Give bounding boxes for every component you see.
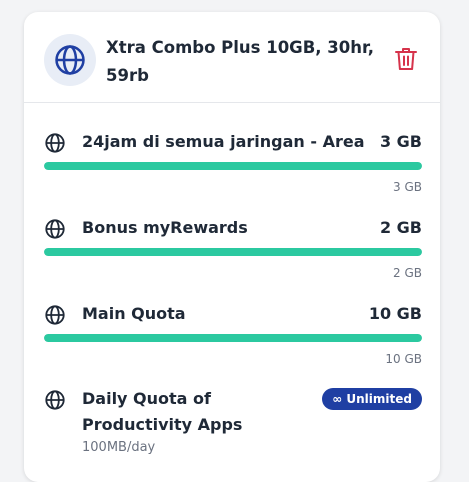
quota-progress-fill <box>44 248 422 256</box>
trash-icon[interactable] <box>394 46 418 72</box>
quota-progress-track <box>44 162 422 170</box>
package-title: Xtra Combo Plus 10GB, 30hr, 59rb <box>106 38 374 85</box>
globe-icon <box>45 305 65 325</box>
quota-progress-track <box>44 334 422 342</box>
quota-row: Main Quota 10 GB <box>44 302 422 328</box>
quota-remaining: 10 GB <box>385 352 422 366</box>
quota-item: Main Quota 10 GB 10 GB <box>44 302 422 366</box>
quota-amount: 2 GB <box>379 218 422 237</box>
quota-row: 24jam di semua jaringan - Area 3 GB <box>44 130 422 156</box>
globe-icon <box>55 45 85 75</box>
quota-name: Bonus myRewards <box>82 218 248 237</box>
globe-icon <box>45 219 65 239</box>
quota-remaining: 3 GB <box>393 180 422 194</box>
package-card: Xtra Combo Plus 10GB, 30hr, 59rb 24jam d… <box>24 12 440 482</box>
quota-remaining: 2 GB <box>393 266 422 280</box>
package-icon-badge <box>44 34 96 86</box>
package-header: Xtra Combo Plus 10GB, 30hr, 59rb <box>24 12 440 103</box>
quota-row: Bonus myRewards 2 GB <box>44 216 422 242</box>
quota-progress-track <box>44 248 422 256</box>
quota-name: Main Quota <box>82 304 186 323</box>
daily-quota-name: Daily Quota of Productivity Apps <box>82 389 243 434</box>
quota-amount: 10 GB <box>368 304 422 323</box>
unlimited-badge: ∞ Unlimited <box>322 388 422 410</box>
quota-item: Bonus myRewards 2 GB 2 GB <box>44 216 422 280</box>
globe-icon <box>45 133 65 153</box>
daily-quota-detail: 100MB/day <box>82 440 156 455</box>
quota-progress-fill <box>44 334 422 342</box>
quota-name: 24jam di semua jaringan - Area <box>82 132 365 151</box>
quota-progress-fill <box>44 162 422 170</box>
quota-item: 24jam di semua jaringan - Area 3 GB 3 GB <box>44 130 422 194</box>
globe-icon <box>45 390 65 410</box>
quota-amount: 3 GB <box>379 132 422 151</box>
